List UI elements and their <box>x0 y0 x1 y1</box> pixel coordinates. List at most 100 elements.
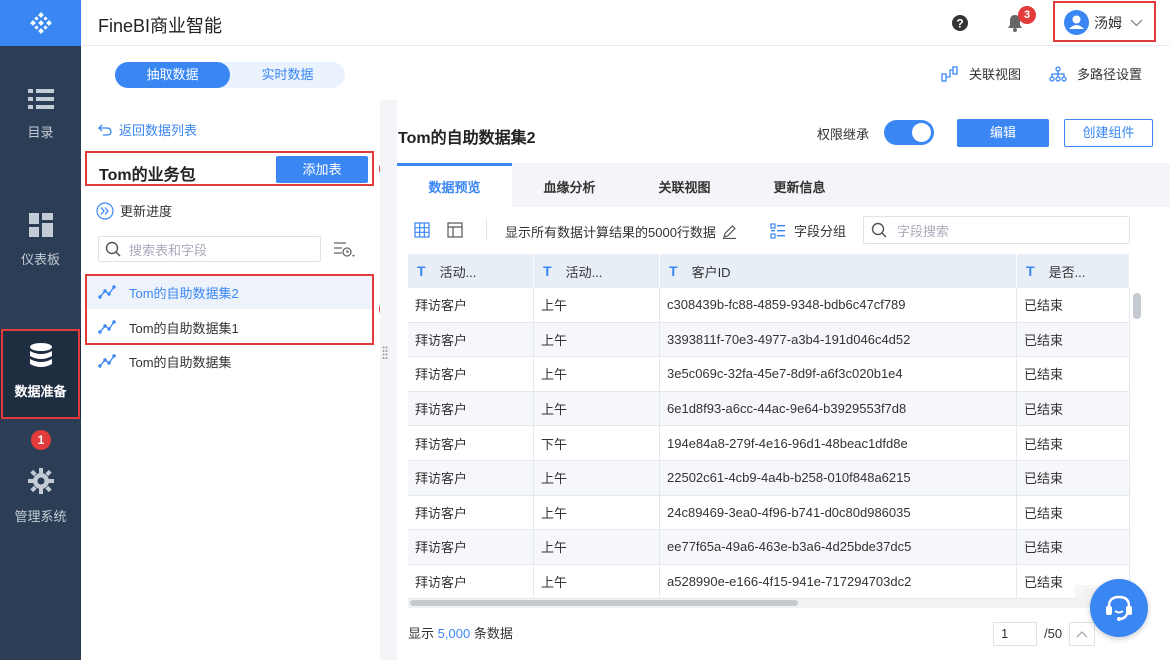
table-cell: 上午 <box>534 322 660 358</box>
field-search-input[interactable]: 字段搜索 <box>863 216 1130 244</box>
field-group-label: 字段分组 <box>794 224 847 239</box>
scroll-thumb[interactable] <box>410 600 798 606</box>
notification-badge: 3 <box>1018 6 1036 24</box>
page-total: /50 <box>1044 626 1063 641</box>
table-cell: 拜访客户 <box>408 357 534 392</box>
text-type-icon: T <box>417 263 426 279</box>
table-cell: 24c89469-3ea0-4f96-b741-d0c80d986035 <box>660 495 1017 531</box>
tab-relation-view[interactable]: 关联视图 <box>627 163 742 207</box>
drag-handle-icon <box>382 346 388 359</box>
grid-view-button[interactable] <box>414 222 430 241</box>
chevron-down-icon <box>1130 19 1143 26</box>
table-cell: 拜访客户 <box>408 461 534 496</box>
panel-splitter[interactable] <box>380 100 397 660</box>
support-button[interactable] <box>1090 579 1148 637</box>
table-cell: ee77f65a-49a6-463e-b3a6-4d25bde37dc5 <box>660 530 1017 565</box>
table-cell: 已结束 <box>1017 288 1130 323</box>
logo[interactable] <box>0 0 81 46</box>
table-search-input[interactable]: 搜索表和字段 <box>98 236 321 262</box>
app-title: FineBI商业智能 <box>98 16 223 36</box>
column-header[interactable]: T 活动... <box>534 254 660 288</box>
relation-view-icon <box>941 65 958 82</box>
prev-page-button[interactable] <box>1069 622 1095 646</box>
list-item[interactable]: Tom的自助数据集1 <box>85 310 373 344</box>
page-number-input[interactable]: 1 <box>993 622 1037 646</box>
help-icon: ? <box>952 15 968 31</box>
table-cell: 已结束 <box>1017 530 1130 565</box>
tab-extract-data[interactable]: 抽取数据 <box>115 62 230 88</box>
search-icon <box>105 241 121 257</box>
table-cell: 已结束 <box>1017 461 1130 496</box>
dataset-title: Tom的自助数据集2 <box>398 130 536 147</box>
table-cell: 已结束 <box>1017 426 1130 461</box>
tab-realtime-data[interactable]: 实时数据 <box>230 62 345 88</box>
nav-item-data-prep[interactable]: 数据准备 <box>0 329 81 419</box>
scroll-thumb[interactable] <box>1133 293 1141 319</box>
table-row[interactable]: 拜访客户 上午 6e1d8f93-a6cc-44ac-9e64-b3929553f7… <box>408 391 1130 427</box>
table-row[interactable]: 拜访客户 上午 a528990e-e166-4f15-941e-717294703d… <box>408 564 1130 599</box>
layout-view-button[interactable] <box>447 222 463 241</box>
step-badge-1: 1 <box>31 430 51 450</box>
update-progress-link[interactable]: 更新进度 <box>96 201 172 220</box>
table-row[interactable]: 拜访客户 上午 24c89469-3ea0-4f96-b741-d0c80d9860… <box>408 495 1130 531</box>
dataset-icon <box>98 285 116 299</box>
table-cell: 上午 <box>534 530 660 565</box>
table-row[interactable]: 拜访客户 上午 c308439b-fc88-4859-9348-bdb6c47cf7… <box>408 288 1130 323</box>
filter-button[interactable] <box>333 240 357 263</box>
hierarchy-icon <box>1049 65 1067 82</box>
nav-label-data-prep: 数据准备 <box>14 384 67 399</box>
table-cell: 拜访客户 <box>408 426 534 461</box>
list-item[interactable]: Tom的自助数据集2 <box>85 275 373 309</box>
nav-item-admin[interactable]: 管理系统 <box>0 468 81 525</box>
permission-inherit-toggle[interactable] <box>884 120 934 145</box>
tab-update-info[interactable]: 更新信息 <box>742 163 857 207</box>
edit-button[interactable]: 编辑 <box>957 119 1049 147</box>
tab-data-preview[interactable]: 数据预览 <box>397 163 512 207</box>
back-to-list-link[interactable]: 返回数据列表 <box>98 120 197 139</box>
user-menu[interactable]: 汤姆 <box>1064 10 1143 35</box>
column-header[interactable]: T 活动... <box>408 254 534 288</box>
add-table-button[interactable]: 添加表 <box>276 156 368 183</box>
permission-inherit-label: 权限继承 <box>817 127 870 142</box>
horizontal-scrollbar[interactable] <box>408 599 1130 608</box>
create-component-button[interactable]: 创建组件 <box>1064 119 1153 147</box>
table-row[interactable]: 拜访客户 上午 ee77f65a-49a6-463e-b3a6-4d25bde37d… <box>408 530 1130 565</box>
multipath-settings-link[interactable]: 多路径设置 <box>1049 64 1142 83</box>
table-cell: 拜访客户 <box>408 288 534 323</box>
vertical-scrollbar[interactable] <box>1133 288 1141 598</box>
row-count-number: 5,000 <box>437 626 471 641</box>
pencil-icon[interactable] <box>722 224 737 239</box>
column-header[interactable]: T 是否... <box>1017 254 1130 288</box>
table-row[interactable]: 拜访客户 上午 3e5c069c-32fa-45e7-8d9f-a6f3c020b1… <box>408 357 1130 392</box>
headset-icon <box>1106 595 1132 621</box>
data-preview-table: T 活动... T 活动... T 客户ID T 是否... 拜访客户 上午 c308439… <box>408 254 1130 599</box>
user-name: 汤姆 <box>1094 14 1122 31</box>
text-type-icon: T <box>669 263 678 279</box>
fast-forward-icon <box>96 201 114 220</box>
tab-lineage[interactable]: 血缘分析 <box>512 163 627 207</box>
table-row[interactable]: 拜访客户 上午 3393811f-70e3-4977-a3b4-191d046c4d… <box>408 322 1130 358</box>
database-icon <box>29 343 52 367</box>
table-cell: 已结束 <box>1017 357 1130 392</box>
table-cell: 上午 <box>534 564 660 599</box>
row-count: 显示 5,000 条数据 <box>408 626 513 641</box>
nav-item-catalog[interactable]: 目录 <box>0 88 81 141</box>
relation-view-link[interactable]: 关联视图 <box>941 64 1021 83</box>
svg-text:?: ? <box>956 17 963 31</box>
column-header[interactable]: T 客户ID <box>660 254 1017 288</box>
table-cell: 6e1d8f93-a6cc-44ac-9e64-b3929553f7d8 <box>660 391 1017 427</box>
nav-item-dashboard[interactable]: 仪表板 <box>0 213 81 268</box>
dataset-icon <box>98 354 116 368</box>
list-item[interactable]: Tom的自助数据集 <box>85 344 373 378</box>
table-cell: 上午 <box>534 288 660 323</box>
help-button[interactable]: ? <box>952 15 968 34</box>
search-placeholder: 搜索表和字段 <box>129 242 208 258</box>
dashboard-icon <box>28 213 53 237</box>
table-row[interactable]: 拜访客户 下午 194e84a8-279f-4e16-96d1-48beac1dfd… <box>408 426 1130 461</box>
layout-icon <box>447 222 463 238</box>
table-row[interactable]: 拜访客户 上午 22502c61-4cb9-4a4b-b258-010f848a62… <box>408 461 1130 496</box>
field-group-button[interactable]: 字段分组 <box>770 221 846 240</box>
field-group-icon <box>770 222 785 239</box>
table-cell: 已结束 <box>1017 322 1130 358</box>
logo-icon <box>29 12 52 34</box>
